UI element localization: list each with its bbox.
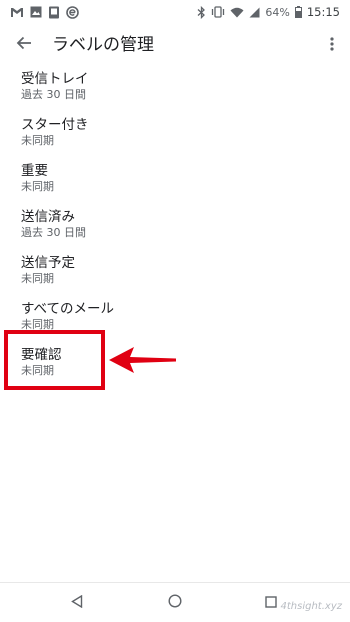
more-vert-icon	[330, 36, 334, 55]
wifi-icon	[230, 5, 244, 19]
label-sync-status: 未同期	[21, 134, 54, 147]
label-sync-status: 過去 30 日間	[21, 226, 86, 239]
phone-icon	[48, 5, 60, 19]
label-name: 重要	[21, 163, 48, 179]
label-sync-status: 未同期	[21, 272, 54, 285]
nav-back-button[interactable]	[69, 594, 85, 610]
back-button[interactable]	[12, 33, 36, 57]
annotation-highlight-box	[4, 330, 105, 390]
vibrate-icon	[211, 5, 225, 19]
annotation-arrow-icon	[108, 345, 178, 379]
label-item-starred[interactable]: スター付き 未同期	[0, 112, 350, 158]
label-name: 送信済み	[21, 209, 75, 225]
label-sync-status: 過去 30 日間	[21, 88, 86, 101]
status-right-icons: 64% 15:15	[197, 5, 340, 19]
label-name: 受信トレイ	[21, 71, 89, 87]
page-title: ラベルの管理	[52, 35, 154, 55]
nav-recents-button[interactable]	[263, 594, 279, 610]
status-left-icons	[10, 5, 79, 19]
label-item-scheduled[interactable]: 送信予定 未同期	[0, 250, 350, 296]
home-circle-icon	[168, 593, 182, 612]
image-icon	[30, 5, 42, 19]
gmail-icon	[10, 5, 24, 19]
label-item-inbox[interactable]: 受信トレイ 過去 30 日間	[0, 66, 350, 112]
battery-icon	[294, 5, 302, 19]
e-circle-icon	[66, 5, 79, 19]
label-name: 送信予定	[21, 255, 75, 271]
battery-percent: 64%	[265, 5, 290, 19]
label-name: スター付き	[21, 117, 89, 133]
recents-square-icon	[265, 593, 277, 612]
signal-icon	[249, 5, 260, 19]
system-nav-bar: 4thsight.xyz	[0, 582, 350, 622]
clock-time: 15:15	[306, 5, 340, 19]
bluetooth-icon	[197, 5, 206, 19]
arrow-back-icon	[16, 35, 32, 55]
label-item-important[interactable]: 重要 未同期	[0, 158, 350, 204]
overflow-menu-button[interactable]	[324, 33, 340, 57]
label-name: すべてのメール	[21, 301, 115, 317]
watermark: 4thsight.xyz	[280, 601, 342, 612]
status-bar: 64% 15:15	[0, 0, 350, 24]
label-sync-status: 未同期	[21, 180, 54, 193]
app-bar: ラベルの管理	[0, 24, 350, 66]
label-item-sent[interactable]: 送信済み 過去 30 日間	[0, 204, 350, 250]
nav-home-button[interactable]	[167, 593, 183, 612]
back-triangle-icon	[71, 593, 83, 612]
